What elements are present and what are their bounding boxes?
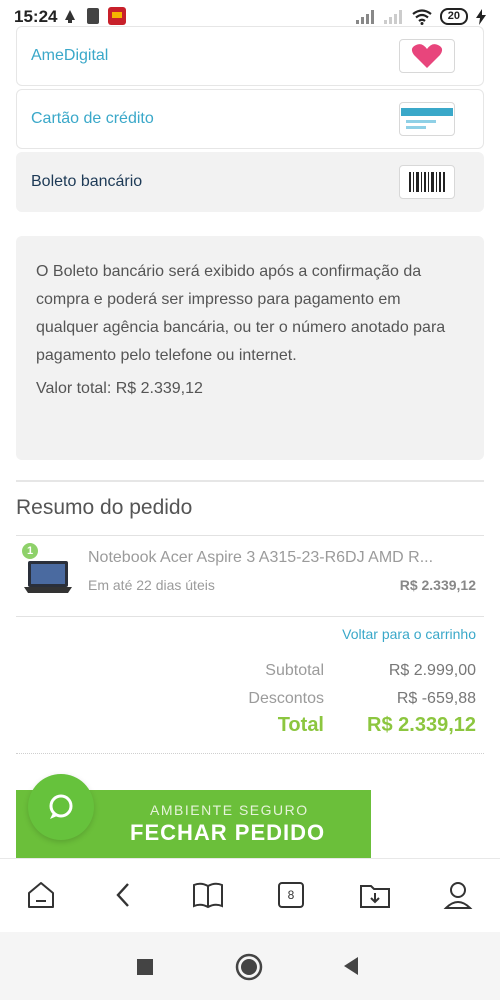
document-icon bbox=[87, 8, 99, 24]
payment-option-label: Boleto bancário bbox=[31, 173, 143, 190]
square-icon bbox=[137, 959, 153, 975]
quantity-badge: 1 bbox=[20, 541, 40, 561]
summary-title: Resumo do pedido bbox=[16, 496, 193, 519]
back-button[interactable] bbox=[106, 877, 142, 913]
book-icon bbox=[193, 882, 223, 909]
checkout-label: FECHAR PEDIDO bbox=[130, 820, 326, 845]
download-folder-icon bbox=[360, 885, 390, 908]
home-nav-button[interactable] bbox=[235, 953, 263, 981]
item-price: R$ 2.339,12 bbox=[399, 577, 476, 593]
home-button[interactable] bbox=[23, 877, 59, 913]
circle-icon bbox=[235, 953, 263, 981]
charging-icon bbox=[476, 8, 486, 25]
app-icon bbox=[108, 7, 126, 25]
boleto-info-box: O Boleto bancário será exibido após a co… bbox=[16, 236, 484, 460]
system-icons: 20 bbox=[355, 8, 486, 25]
payment-option-label: Cartão de crédito bbox=[31, 110, 154, 127]
signal-icon bbox=[355, 9, 374, 24]
triangle-back-icon bbox=[344, 957, 358, 975]
recents-button[interactable] bbox=[136, 958, 154, 976]
alarm-icon bbox=[65, 10, 75, 23]
divider bbox=[16, 616, 484, 617]
back-arrow-icon bbox=[116, 883, 129, 907]
total-label: Total bbox=[277, 714, 324, 736]
heart-icon bbox=[399, 39, 455, 73]
signal-icon-2 bbox=[383, 9, 402, 24]
divider bbox=[16, 480, 484, 482]
discount-value: R$ -659,88 bbox=[396, 690, 476, 707]
item-name: Notebook Acer Aspire 3 A315-23-R6DJ AMD … bbox=[88, 549, 434, 566]
chat-icon bbox=[49, 794, 73, 819]
chat-button[interactable] bbox=[28, 774, 94, 840]
tabs-button[interactable]: 8 bbox=[273, 877, 309, 913]
barcode-icon bbox=[399, 165, 455, 199]
discount-label: Descontos bbox=[248, 690, 324, 707]
boleto-total: Valor total: R$ 2.339,12 bbox=[36, 380, 203, 397]
bookmarks-button[interactable] bbox=[190, 877, 226, 913]
divider bbox=[16, 753, 484, 754]
browser-toolbar: 8 bbox=[0, 858, 500, 932]
status-time: 15:24 bbox=[14, 7, 58, 26]
tab-count: 8 bbox=[278, 882, 304, 908]
credit-card-icon bbox=[399, 102, 455, 136]
payment-option-label: AmeDigital bbox=[31, 47, 109, 64]
back-nav-button[interactable] bbox=[342, 956, 360, 976]
wifi-icon bbox=[412, 8, 432, 25]
subtotal-value: R$ 2.999,00 bbox=[388, 662, 476, 679]
boleto-info-text: O Boleto bancário será exibido após a co… bbox=[36, 263, 446, 364]
payment-option-amedigital[interactable]: AmeDigital bbox=[16, 26, 484, 86]
downloads-button[interactable] bbox=[357, 877, 393, 913]
total-value: R$ 2.339,12 bbox=[367, 714, 476, 736]
item-delivery: Em até 22 dias úteis bbox=[88, 577, 215, 593]
battery-indicator: 20 bbox=[439, 8, 468, 25]
subtotal-label: Subtotal bbox=[265, 662, 324, 679]
divider bbox=[16, 535, 484, 536]
notification-icons bbox=[62, 7, 126, 25]
payment-option-credit-card[interactable]: Cartão de crédito bbox=[16, 89, 484, 149]
profile-button[interactable] bbox=[440, 877, 476, 913]
android-nav-bar bbox=[0, 932, 500, 1000]
home-icon bbox=[28, 882, 54, 908]
back-to-cart-link[interactable]: Voltar para o carrinho bbox=[342, 626, 476, 642]
checkout-sub-label: AMBIENTE SEGURO bbox=[150, 802, 309, 818]
profile-icon bbox=[443, 882, 473, 909]
payment-option-boleto[interactable]: Boleto bancário bbox=[16, 152, 484, 212]
